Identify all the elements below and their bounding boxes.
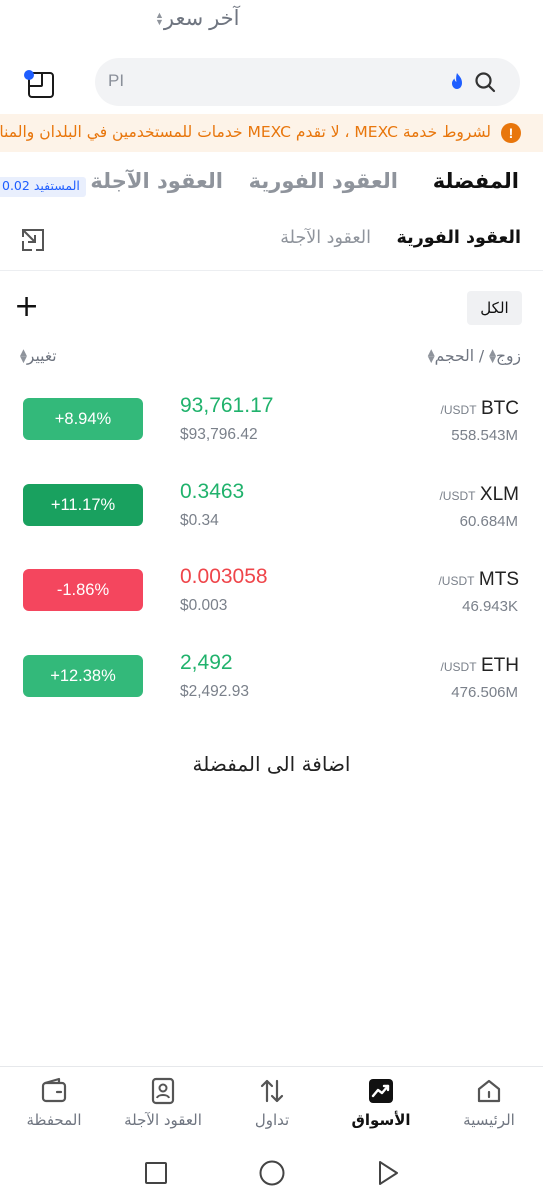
last-price: 0.3463 xyxy=(180,480,245,503)
market-row-btc[interactable]: +8.94% 93,761.17 $93,796.42 /USDT BTC 55… xyxy=(0,388,543,458)
volume: 558.543M xyxy=(451,427,518,444)
market-row-mts[interactable]: -1.86% 0.003058 $0.003 /USDT MTS 46.943K xyxy=(0,559,543,629)
base-asset: XLM xyxy=(479,484,519,505)
column-volume-label: / الحجم xyxy=(434,347,485,365)
back-triangle-icon[interactable] xyxy=(372,1158,402,1188)
main-tabs: المفضلة العقود الفورية العقود الآجلة الم… xyxy=(0,166,543,206)
home-icon xyxy=(477,1079,501,1103)
nav-label: الأسواق xyxy=(351,1111,411,1129)
nav-wallet[interactable]: المحفظة xyxy=(0,1067,108,1145)
scan-icon[interactable] xyxy=(22,66,58,102)
wallet-icon xyxy=(41,1077,67,1103)
subtab-futures[interactable]: العقود الآجلة xyxy=(280,228,371,248)
home-circle-icon[interactable] xyxy=(257,1158,287,1188)
add-to-favorites-link[interactable]: اضافة الى المفضلة xyxy=(0,752,543,776)
sort-icon: ▲ ▼ xyxy=(427,347,435,365)
volume: 60.684M xyxy=(459,513,518,530)
quote-asset: /USDT xyxy=(439,489,476,503)
usd-price: $2,492.93 xyxy=(180,683,249,700)
volume: 476.506M xyxy=(451,684,518,701)
trade-arrows-icon xyxy=(260,1079,284,1103)
nav-label: الرئيسية xyxy=(463,1111,515,1129)
nav-label: تداول xyxy=(254,1111,290,1129)
search-input[interactable]: PI xyxy=(95,58,520,106)
market-row-xlm[interactable]: +11.17% 0.3463 $0.34 /USDT XLM 60.684M xyxy=(0,474,543,544)
nav-label: المحفظة xyxy=(26,1111,82,1129)
promo-badge[interactable]: المستفيد 0.02 xyxy=(0,177,86,197)
search-placeholder: PI xyxy=(108,71,125,90)
last-price: 0.003058 xyxy=(180,565,268,588)
futures-doc-icon xyxy=(151,1077,175,1105)
pair-name: /USDT ETH xyxy=(441,655,519,677)
quote-asset: /USDT xyxy=(440,660,477,674)
sort-icon: ▲ ▼ xyxy=(155,10,164,28)
bottom-nav: الرئيسية الأسواق تداول العقود الآجلة الم… xyxy=(0,1066,543,1144)
pair-name: /USDT MTS xyxy=(438,569,519,591)
change-badge[interactable]: -1.86% xyxy=(23,569,143,611)
sort-icon: ▲ ▼ xyxy=(489,347,497,365)
column-pair-label: زوج xyxy=(496,347,521,365)
nav-markets[interactable]: الأسواق xyxy=(327,1067,435,1145)
nav-home[interactable]: الرئيسية xyxy=(435,1067,543,1145)
change-badge[interactable]: +8.94% xyxy=(23,398,143,440)
divider xyxy=(0,270,543,271)
warning-icon: ! xyxy=(501,123,521,143)
tab-futures[interactable]: العقود الآجلة xyxy=(90,169,223,193)
base-asset: MTS xyxy=(478,569,519,590)
notice-text: لشروط خدمة MEXC ، لا تقدم MEXC خدمات للم… xyxy=(0,123,491,141)
column-price-label: آخر سعر xyxy=(163,7,240,30)
nav-futures[interactable]: العقود الآجلة xyxy=(109,1067,217,1145)
change-badge[interactable]: +12.38% xyxy=(23,655,143,697)
recent-apps-icon[interactable] xyxy=(141,1158,171,1188)
column-header-pair[interactable]: زوج▲ ▼ / الحجم▲ ▼ xyxy=(428,347,521,365)
add-icon[interactable]: + xyxy=(14,292,40,322)
quote-asset: /USDT xyxy=(438,574,475,588)
system-nav-bar xyxy=(0,1150,543,1200)
column-change-label: تغيير xyxy=(26,347,57,365)
column-header-last-price[interactable]: آخر سعر▲ ▼ xyxy=(155,6,239,31)
sort-icon: ▲ ▼ xyxy=(20,347,27,365)
quote-asset: /USDT xyxy=(440,403,477,417)
base-asset: ETH xyxy=(481,655,519,676)
markets-chart-icon xyxy=(369,1079,393,1103)
search-icon[interactable] xyxy=(474,71,496,93)
top-bar: PI xyxy=(0,58,543,108)
tab-spot[interactable]: العقود الفورية xyxy=(249,169,398,193)
subtab-spot[interactable]: العقود الفورية xyxy=(397,228,521,248)
hot-flame-icon xyxy=(452,73,462,89)
tab-favorites[interactable]: المفضلة xyxy=(433,169,519,193)
nav-trade[interactable]: تداول xyxy=(218,1067,326,1145)
usd-price: $93,796.42 xyxy=(180,426,258,443)
notice-banner[interactable]: ! لشروط خدمة MEXC ، لا تقدم MEXC خدمات ل… xyxy=(0,114,543,152)
last-price: 93,761.17 xyxy=(180,394,274,417)
volume: 46.943K xyxy=(462,598,518,615)
column-header-change[interactable]: تغيير▲ ▼ xyxy=(20,347,57,365)
nav-label: العقود الآجلة xyxy=(124,1111,202,1129)
usd-price: $0.34 xyxy=(180,512,219,529)
pair-name: /USDT XLM xyxy=(439,484,519,506)
sub-tabs: العقود الفورية العقود الآجلة xyxy=(0,224,543,260)
pair-name: /USDT BTC xyxy=(441,398,519,420)
filter-all-button[interactable]: الكل xyxy=(467,291,522,325)
last-price: 2,492 xyxy=(180,651,233,674)
usd-price: $0.003 xyxy=(180,597,228,614)
collapse-icon[interactable] xyxy=(20,227,46,253)
change-badge[interactable]: +11.17% xyxy=(23,484,143,526)
notification-dot xyxy=(24,70,34,80)
market-row-eth[interactable]: +12.38% 2,492 $2,492.93 /USDT ETH 476.50… xyxy=(0,645,543,715)
base-asset: BTC xyxy=(481,398,519,419)
